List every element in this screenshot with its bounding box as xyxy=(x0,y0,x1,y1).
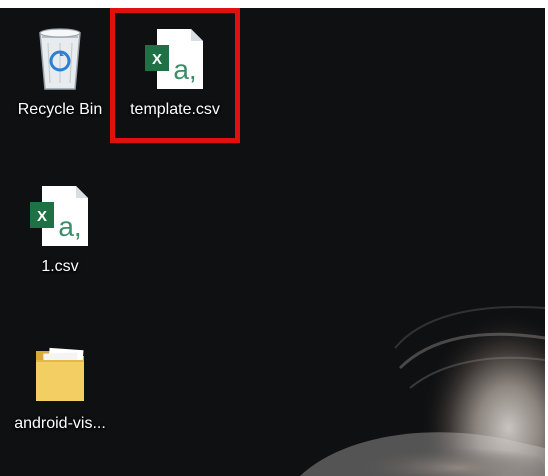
desktop-icon-1-csv[interactable]: X a, 1.csv xyxy=(0,175,120,277)
excel-csv-file-icon: X a, xyxy=(140,18,210,98)
desktop-icon-template-csv[interactable]: X a, template.csv xyxy=(115,18,235,120)
window-top-edge xyxy=(0,0,548,8)
desktop-icon-android-folder[interactable]: android-vis... xyxy=(0,332,120,434)
svg-text:a,: a, xyxy=(58,211,81,242)
svg-text:a,: a, xyxy=(173,54,196,85)
desktop-icon-label: template.csv xyxy=(130,101,220,118)
desktop-icon-recycle-bin[interactable]: Recycle Bin xyxy=(0,18,120,120)
svg-text:X: X xyxy=(152,51,162,68)
desktop-icon-label: 1.csv xyxy=(41,258,79,275)
folder-icon xyxy=(25,332,95,412)
desktop-icon-label: Recycle Bin xyxy=(17,101,103,118)
svg-text:X: X xyxy=(37,208,47,225)
recycle-bin-icon xyxy=(25,18,95,98)
excel-csv-file-icon: X a, xyxy=(25,175,95,255)
desktop-icon-label: android-vis... xyxy=(14,415,106,432)
